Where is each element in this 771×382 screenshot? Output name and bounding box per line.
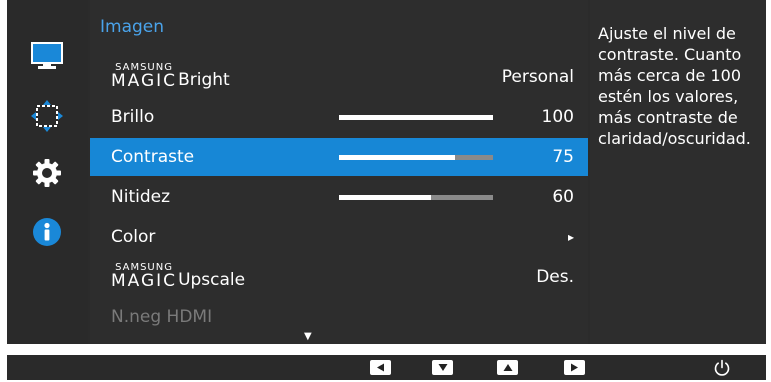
- menu-item-color[interactable]: Color ▸: [90, 218, 588, 256]
- slider-fill: [339, 195, 432, 200]
- menu-item-magic-upscale[interactable]: SAMSUNG MAGIC Upscale Des.: [90, 258, 588, 296]
- menu-item-value: 60: [552, 187, 574, 207]
- menu-item-contraste[interactable]: Contraste 75: [90, 138, 588, 176]
- menu-item-nitidez[interactable]: Nitidez 60: [90, 178, 588, 216]
- menu-item-label: Bright: [178, 70, 230, 90]
- scroll-down-icon[interactable]: ▼: [304, 331, 312, 342]
- menu-item-value: 75: [552, 147, 574, 167]
- slider-fill: [339, 155, 455, 160]
- picture-menu: Imagen SAMSUNG MAGIC Bright Personal Bri…: [90, 0, 588, 344]
- menu-item-value: 100: [541, 107, 574, 127]
- monitor-icon[interactable]: [29, 38, 65, 74]
- power-icon[interactable]: [712, 358, 732, 378]
- menu-item-label: Upscale: [178, 270, 246, 290]
- help-panel: Ajuste el nivel de contraste. Cuanto más…: [590, 0, 766, 344]
- menu-item-label: N.neg HDMI: [111, 307, 213, 327]
- left-arrow-icon[interactable]: [370, 360, 391, 375]
- sidebar: [7, 0, 88, 344]
- samsung-magic-logo: SAMSUNG MAGIC: [111, 62, 178, 91]
- menu-item-magic-bright[interactable]: SAMSUNG MAGIC Bright Personal: [90, 58, 588, 96]
- position-arrows-icon[interactable]: [29, 98, 65, 134]
- menu-item-label: Nitidez: [111, 187, 171, 207]
- slider-fill: [339, 115, 493, 120]
- menu-item-label: Contraste: [111, 147, 195, 167]
- brillo-slider[interactable]: [339, 115, 493, 120]
- samsung-magic-logo: SAMSUNG MAGIC: [111, 262, 178, 291]
- contraste-slider[interactable]: [339, 155, 493, 160]
- menu-item-label: Color: [111, 227, 156, 247]
- menu-title: Imagen: [100, 17, 165, 37]
- down-arrow-icon[interactable]: [432, 360, 453, 375]
- menu-item-brillo[interactable]: Brillo 100: [90, 98, 588, 136]
- up-arrow-icon[interactable]: [497, 360, 518, 375]
- submenu-arrow-icon: ▸: [567, 230, 574, 244]
- right-arrow-icon[interactable]: [564, 360, 585, 375]
- menu-item-hdmi-black-level: N.neg HDMI: [90, 298, 588, 336]
- menu-item-value: Personal: [501, 67, 574, 87]
- menu-item-value: Des.: [536, 267, 574, 287]
- button-bar: [7, 355, 766, 380]
- menu-item-label: Brillo: [111, 107, 155, 127]
- nitidez-slider[interactable]: [339, 195, 493, 200]
- help-text: Ajuste el nivel de contraste. Cuanto más…: [598, 24, 751, 148]
- info-icon[interactable]: [29, 214, 65, 250]
- gear-icon[interactable]: [29, 155, 65, 191]
